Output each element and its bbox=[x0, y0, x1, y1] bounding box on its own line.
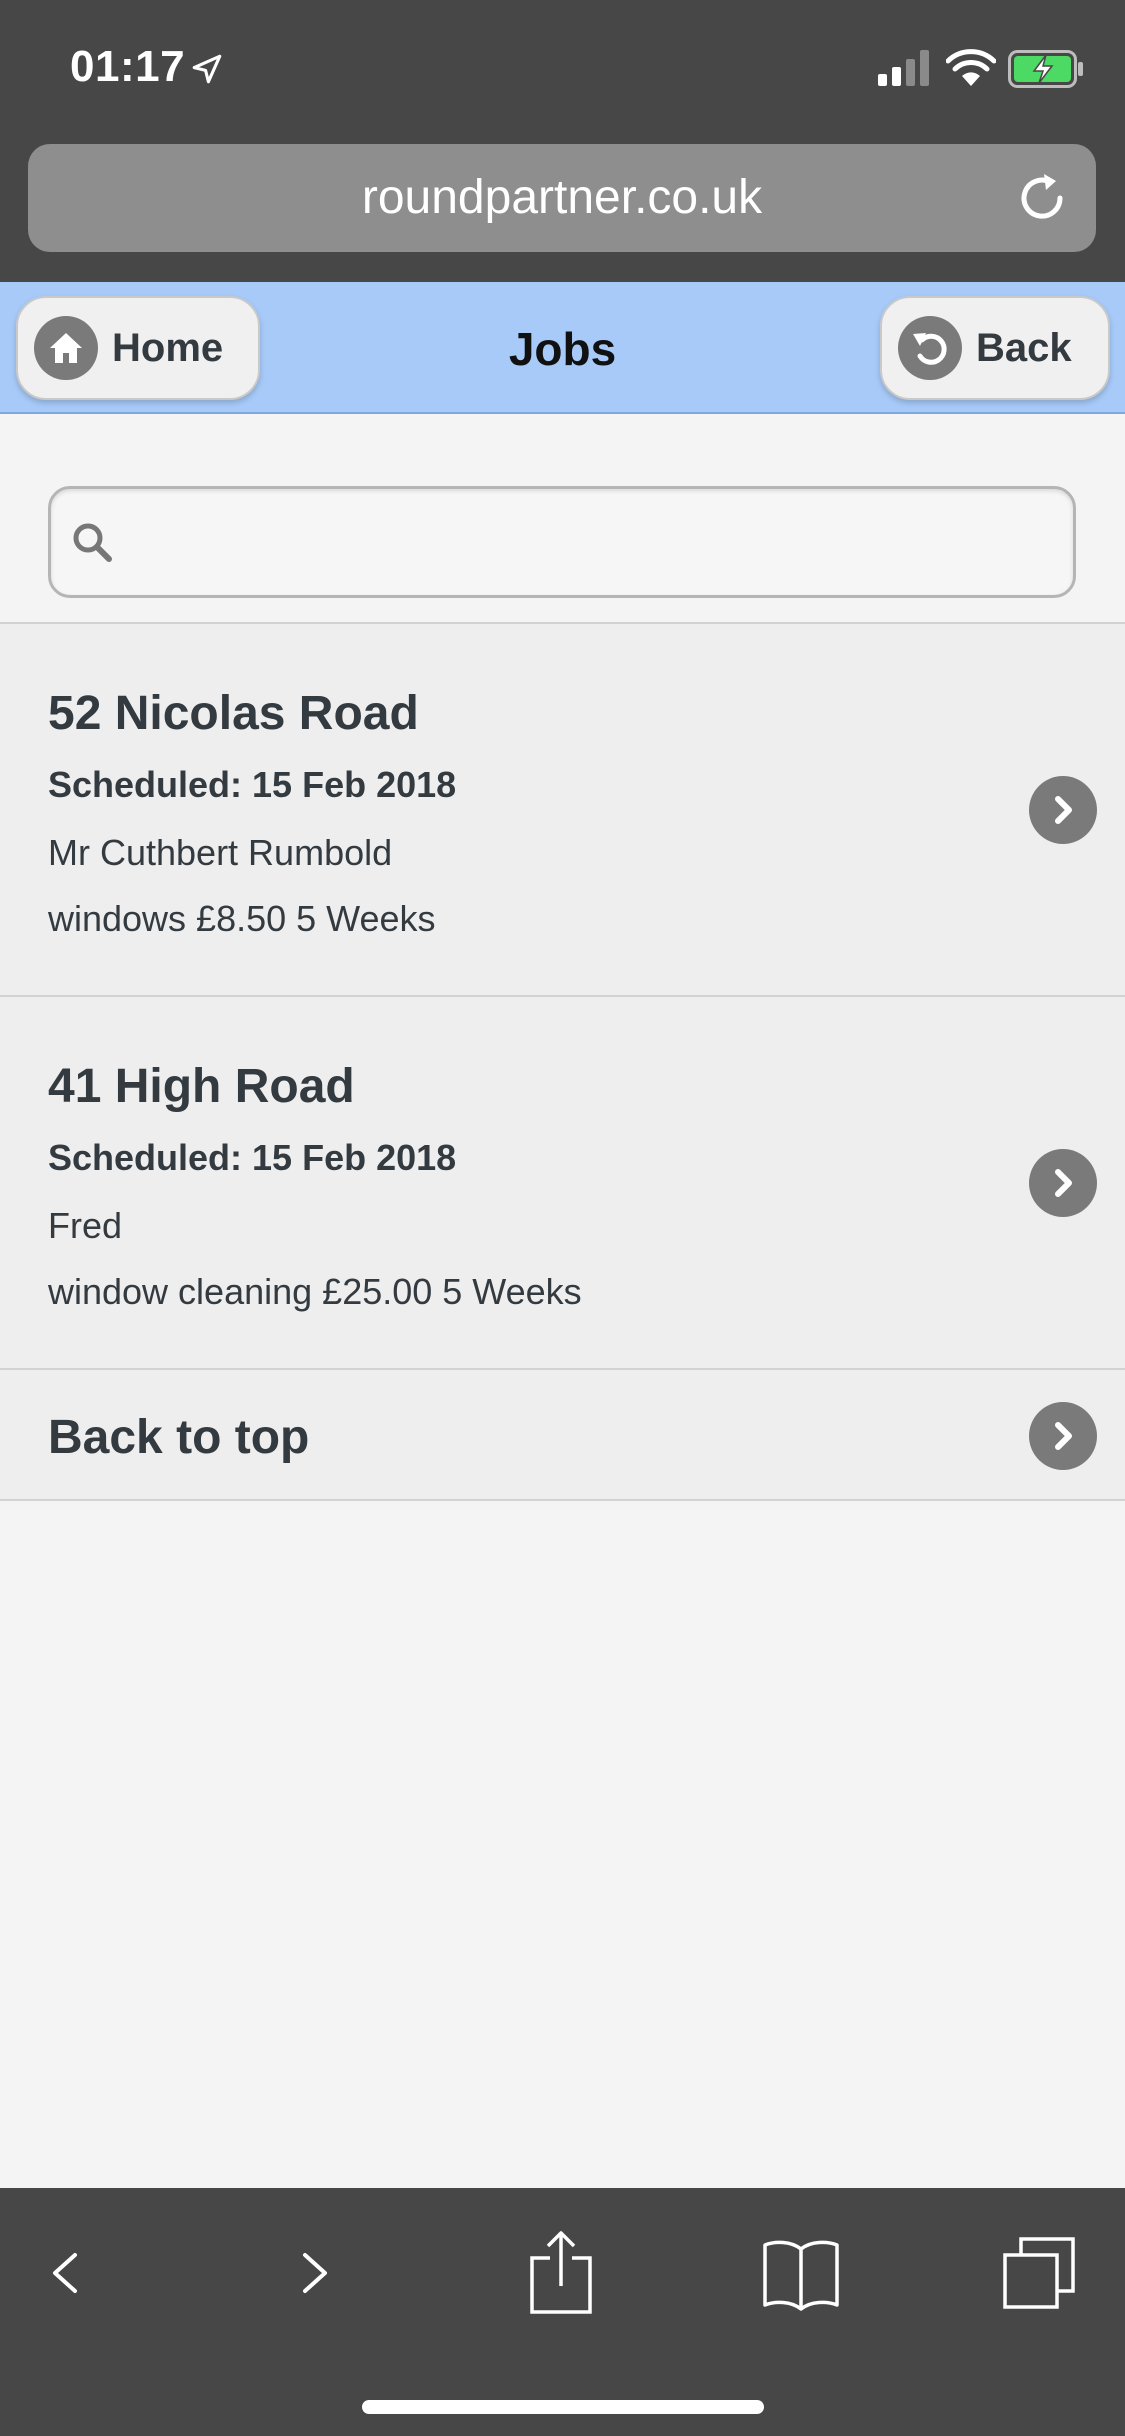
chevron-right-icon[interactable] bbox=[1029, 1149, 1097, 1217]
chevron-right-icon bbox=[303, 2253, 327, 2293]
job-address: 41 High Road bbox=[48, 1060, 355, 1113]
search-icon bbox=[73, 523, 112, 562]
back-button[interactable]: Back bbox=[880, 296, 1110, 400]
browser-back-button[interactable] bbox=[20, 2228, 110, 2318]
status-bar: 01:17 bbox=[0, 0, 1125, 140]
chevron-right-icon[interactable] bbox=[1029, 1402, 1097, 1470]
location-arrow-icon bbox=[192, 54, 222, 84]
battery-charging-icon bbox=[1008, 50, 1083, 88]
bookmarks-icon bbox=[763, 2240, 839, 2311]
url-text[interactable]: roundpartner.co.uk bbox=[28, 170, 1096, 225]
cellular-signal-icon bbox=[878, 50, 929, 86]
job-detail: window cleaning £25.00 5 Weeks bbox=[48, 1271, 582, 1312]
back-arrow-icon bbox=[898, 316, 962, 380]
share-icon bbox=[530, 2231, 592, 2314]
job-customer: Fred bbox=[48, 1205, 123, 1246]
job-address: 52 Nicolas Road bbox=[48, 687, 419, 740]
browser-forward-button[interactable] bbox=[270, 2228, 360, 2318]
home-indicator bbox=[362, 2400, 764, 2414]
job-detail: windows £8.50 5 Weeks bbox=[48, 898, 436, 939]
job-list-item[interactable]: 41 High Road Scheduled: 15 Feb 2018 Fred… bbox=[0, 997, 1125, 1370]
search-input[interactable] bbox=[133, 499, 1053, 585]
bookmarks-button[interactable] bbox=[756, 2228, 846, 2318]
app-header: Home Jobs Back bbox=[0, 282, 1125, 414]
wifi-icon bbox=[946, 49, 996, 86]
job-list-item[interactable]: 52 Nicolas Road Scheduled: 15 Feb 2018 M… bbox=[0, 624, 1125, 997]
job-customer: Mr Cuthbert Rumbold bbox=[48, 832, 393, 873]
job-list: 52 Nicolas Road Scheduled: 15 Feb 2018 M… bbox=[0, 624, 1125, 1501]
status-time: 01:17 bbox=[70, 42, 186, 91]
browser-top-chrome: 01:17 roundpartner.co.uk bbox=[0, 0, 1125, 282]
job-scheduled-date: Scheduled: 15 Feb 2018 bbox=[48, 764, 457, 805]
search-area bbox=[0, 416, 1125, 624]
back-to-top-label: Back to top bbox=[48, 1411, 310, 1464]
back-button-label: Back bbox=[976, 325, 1072, 370]
tabs-button[interactable] bbox=[994, 2228, 1084, 2318]
tabs-icon bbox=[1003, 2237, 1075, 2309]
back-to-top-link[interactable]: Back to top bbox=[0, 1370, 1125, 1501]
reload-icon[interactable] bbox=[1012, 168, 1072, 228]
search-box[interactable] bbox=[48, 486, 1076, 598]
share-button[interactable] bbox=[516, 2228, 606, 2318]
chevron-left-icon bbox=[53, 2253, 77, 2293]
browser-toolbar bbox=[0, 2188, 1125, 2436]
chevron-right-icon[interactable] bbox=[1029, 776, 1097, 844]
job-scheduled-date: Scheduled: 15 Feb 2018 bbox=[48, 1137, 457, 1178]
address-bar[interactable]: roundpartner.co.uk bbox=[28, 144, 1096, 252]
